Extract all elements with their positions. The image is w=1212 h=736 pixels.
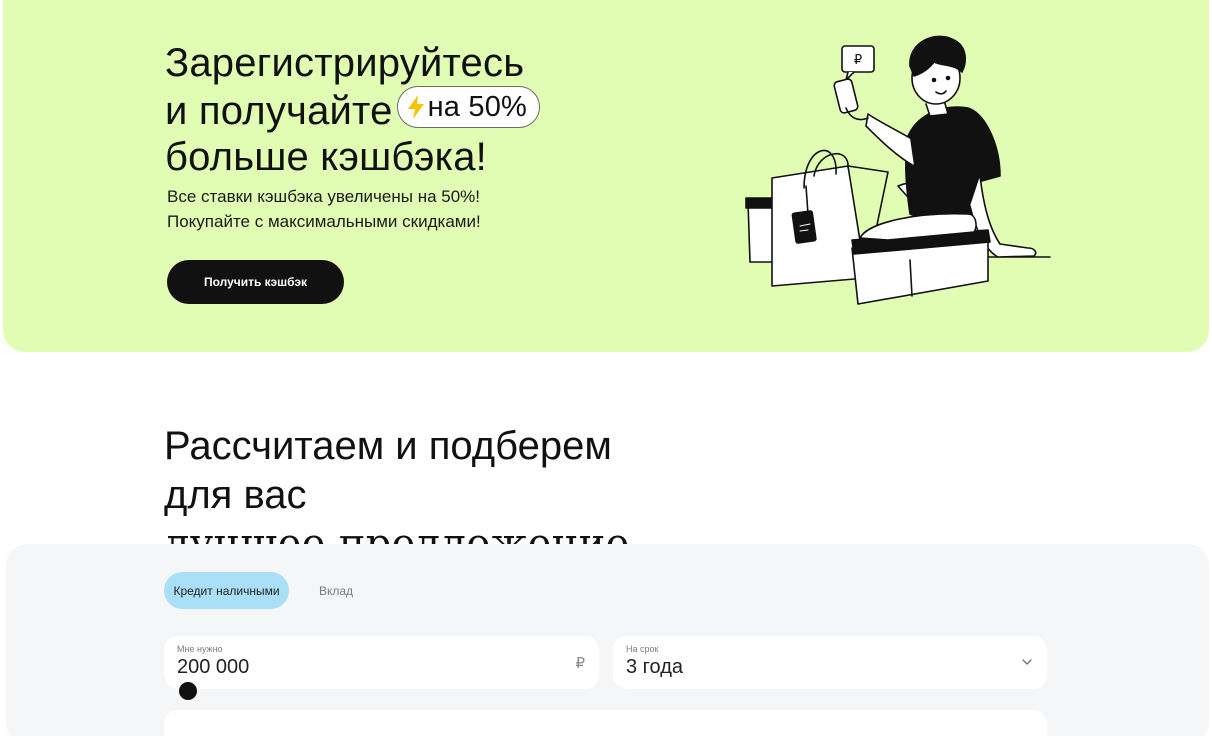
tab-cash-credit[interactable]: Кредит наличными	[164, 572, 289, 609]
get-cashback-button[interactable]: Получить кэшбэк	[167, 260, 344, 304]
promo-banner: Зарегистрируйтесь и получайте на 50% боль…	[3, 0, 1209, 352]
shopper-illustration: ₽	[745, 35, 1051, 305]
term-select[interactable]: На срок 3 года	[613, 636, 1047, 689]
ruble-icon: ₽	[575, 655, 585, 672]
tab-deposit[interactable]: Вклад	[303, 572, 369, 609]
term-value: 3 года	[626, 656, 684, 678]
promo-title-line3: больше кэшбэка!	[165, 135, 487, 179]
promo-title-line2: и получайте на 50%	[165, 86, 541, 134]
promo-title-line1: Зарегистрируйтесь	[165, 41, 525, 85]
promo-subtitle-line2: Покупайте с максимальными скидками!	[167, 212, 481, 231]
promo-subtitle: Все ставки кэшбэка увеличены на 50%! Пок…	[167, 184, 481, 234]
cashback-badge-text: на 50%	[427, 90, 528, 123]
chevron-down-icon	[1022, 659, 1032, 665]
amount-field[interactable]: Мне нужно ₽	[164, 636, 599, 689]
promo-subtitle-line1: Все ставки кэшбэка увеличены на 50%!	[167, 187, 481, 206]
currency-bubble-symbol: ₽	[854, 53, 862, 68]
promo-title-line2-text: и получайте	[165, 89, 393, 133]
next-field[interactable]	[164, 710, 1047, 736]
calculator-title-line1: Рассчитаем и подберем	[164, 424, 612, 468]
amount-input[interactable]	[177, 656, 517, 679]
promo-title: Зарегистрируйтесь и получайте на 50% боль…	[165, 40, 541, 180]
amount-label: Мне нужно	[177, 644, 223, 654]
amount-slider-handle[interactable]	[179, 682, 197, 700]
lightning-icon	[407, 95, 424, 119]
calculator-title-line2-prefix: для вас	[164, 473, 307, 517]
term-label: На срок	[626, 644, 659, 654]
cashback-badge: на 50%	[396, 86, 541, 128]
